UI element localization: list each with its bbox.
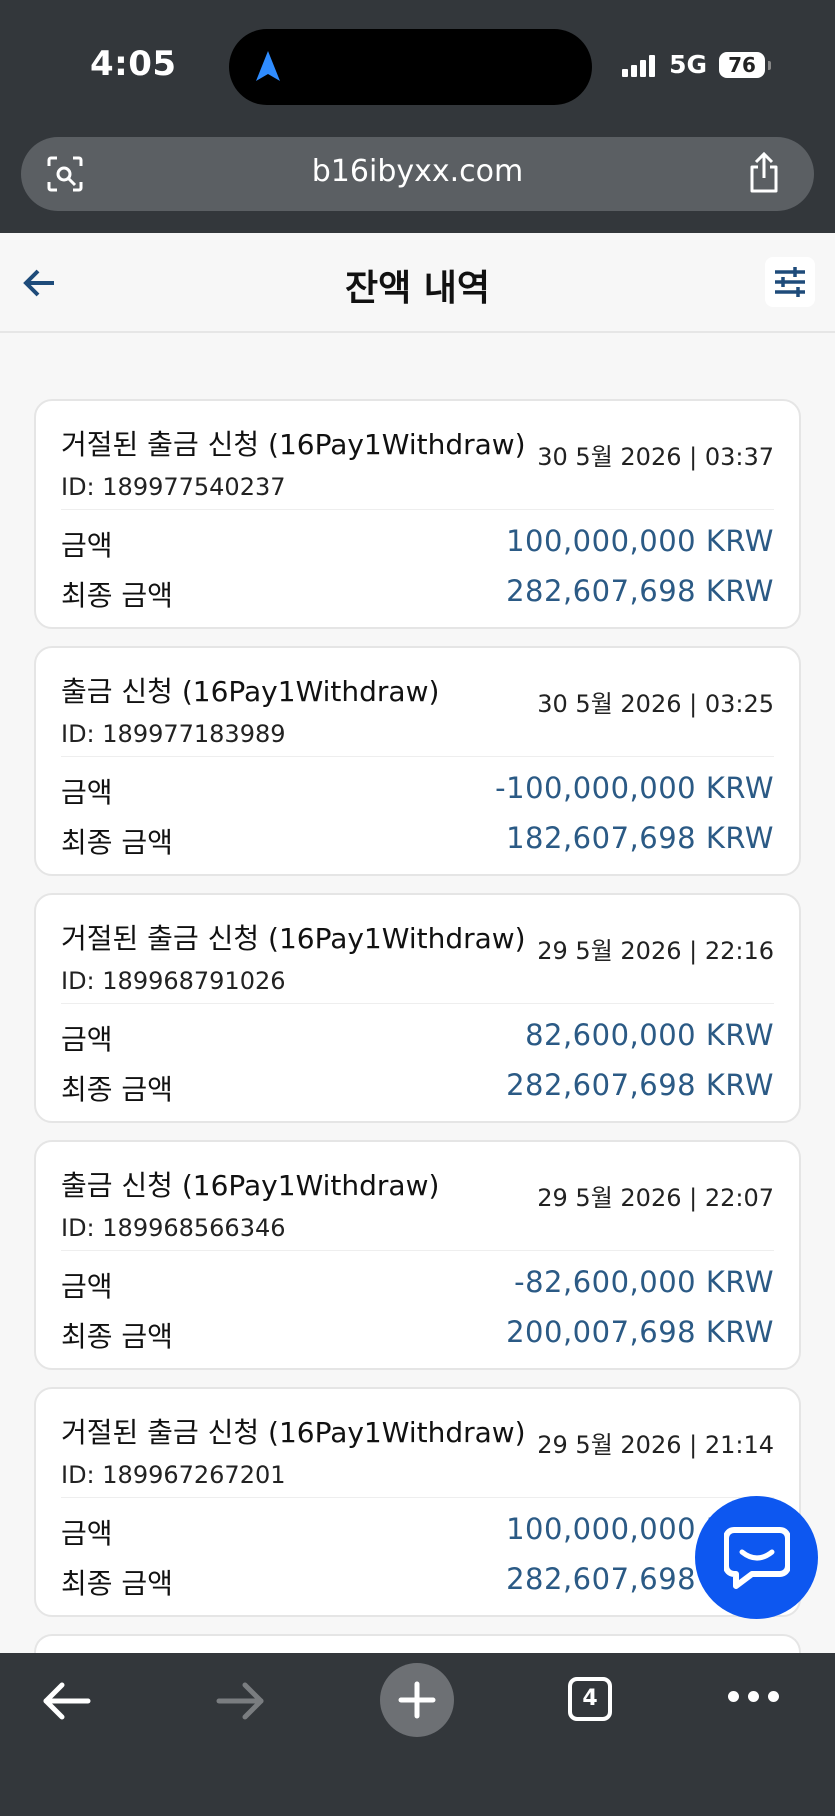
transaction-card-partial[interactable] [34, 1634, 801, 1654]
transaction-id: ID: 189968566346 [61, 1214, 286, 1242]
divider [61, 756, 774, 757]
amount-value: 100,000,000 KRW [506, 524, 774, 558]
balance-history-list: 거절된 출금 신청 (16Pay1Withdraw) 30 5월 2026 | … [34, 399, 801, 1671]
chat-button[interactable] [695, 1496, 818, 1619]
status-time: 4:05 [90, 44, 177, 84]
transaction-title: 거절된 출금 신청 (16Pay1Withdraw) [61, 428, 526, 461]
filter-button[interactable] [765, 257, 815, 307]
battery-icon: 76 [719, 51, 771, 78]
more-menu-icon[interactable] [728, 1691, 779, 1702]
app-header: 잔액 내역 [0, 233, 835, 333]
final-amount-label: 최종 금액 [61, 826, 173, 859]
amount-value: -82,600,000 KRW [514, 1265, 774, 1299]
tabs-button[interactable]: 4 [568, 1677, 612, 1721]
amount-label: 금액 [61, 1517, 113, 1550]
final-amount-value: 282,607,698 KRW [506, 574, 774, 608]
back-arrow-icon[interactable] [40, 1679, 92, 1723]
transaction-date: 29 5월 2026 | 22:07 [537, 1184, 774, 1212]
final-amount-label: 최종 금액 [61, 1073, 173, 1106]
browser-bottom-bar: 4 [0, 1653, 835, 1816]
amount-label: 금액 [61, 529, 113, 562]
share-icon[interactable] [744, 151, 784, 195]
transaction-card[interactable]: 거절된 출금 신청 (16Pay1Withdraw) 30 5월 2026 | … [34, 399, 801, 629]
transaction-id: ID: 189977540237 [61, 473, 286, 501]
browser-top-bar: 4:05 5G 76 b16ibyxx.com [0, 0, 835, 233]
forward-arrow-icon[interactable] [215, 1679, 267, 1723]
plus-icon [398, 1681, 436, 1719]
transaction-title: 거절된 출금 신청 (16Pay1Withdraw) [61, 1416, 526, 1449]
divider [61, 1497, 774, 1498]
transaction-card[interactable]: 출금 신청 (16Pay1Withdraw) 29 5월 2026 | 22:0… [34, 1140, 801, 1370]
network-type: 5G [669, 50, 707, 79]
final-amount-value: 282,607,698 KRW [506, 1068, 774, 1102]
transaction-title: 거절된 출금 신청 (16Pay1Withdraw) [61, 922, 526, 955]
amount-value: 82,600,000 KRW [525, 1018, 774, 1052]
final-amount-value: 200,007,698 KRW [506, 1315, 774, 1349]
url-text[interactable]: b16ibyxx.com [21, 154, 814, 189]
transaction-date: 30 5월 2026 | 03:37 [537, 443, 774, 471]
sliders-icon [775, 267, 805, 297]
signal-icon [622, 53, 656, 77]
divider [61, 1003, 774, 1004]
location-arrow-icon [256, 51, 280, 81]
transaction-date: 30 5월 2026 | 03:25 [537, 690, 774, 718]
transaction-id: ID: 189968791026 [61, 967, 286, 995]
transaction-title: 출금 신청 (16Pay1Withdraw) [61, 1169, 440, 1202]
transaction-card[interactable]: 출금 신청 (16Pay1Withdraw) 30 5월 2026 | 03:2… [34, 646, 801, 876]
transaction-id: ID: 189967267201 [61, 1461, 286, 1489]
new-tab-button[interactable] [380, 1663, 454, 1737]
final-amount-label: 최종 금액 [61, 1320, 173, 1353]
final-amount-value: 182,607,698 KRW [506, 821, 774, 855]
final-amount-label: 최종 금액 [61, 1567, 173, 1600]
transaction-title: 출금 신청 (16Pay1Withdraw) [61, 675, 440, 708]
amount-value: -100,000,000 KRW [495, 771, 774, 805]
status-indicators: 5G 76 [622, 50, 771, 79]
transaction-id: ID: 189977183989 [61, 720, 286, 748]
chat-bubble-icon [724, 1527, 790, 1589]
amount-label: 금액 [61, 776, 113, 809]
divider [61, 509, 774, 510]
url-bar[interactable]: b16ibyxx.com [21, 137, 814, 211]
transaction-card[interactable]: 거절된 출금 신청 (16Pay1Withdraw) 29 5월 2026 | … [34, 893, 801, 1123]
amount-label: 금액 [61, 1023, 113, 1056]
final-amount-label: 최종 금액 [61, 579, 173, 612]
page-title: 잔액 내역 [344, 268, 490, 309]
amount-label: 금액 [61, 1270, 113, 1303]
divider [61, 1250, 774, 1251]
transaction-card[interactable]: 거절된 출금 신청 (16Pay1Withdraw) 29 5월 2026 | … [34, 1387, 801, 1617]
transaction-date: 29 5월 2026 | 21:14 [537, 1431, 774, 1459]
transaction-date: 29 5월 2026 | 22:16 [537, 937, 774, 965]
